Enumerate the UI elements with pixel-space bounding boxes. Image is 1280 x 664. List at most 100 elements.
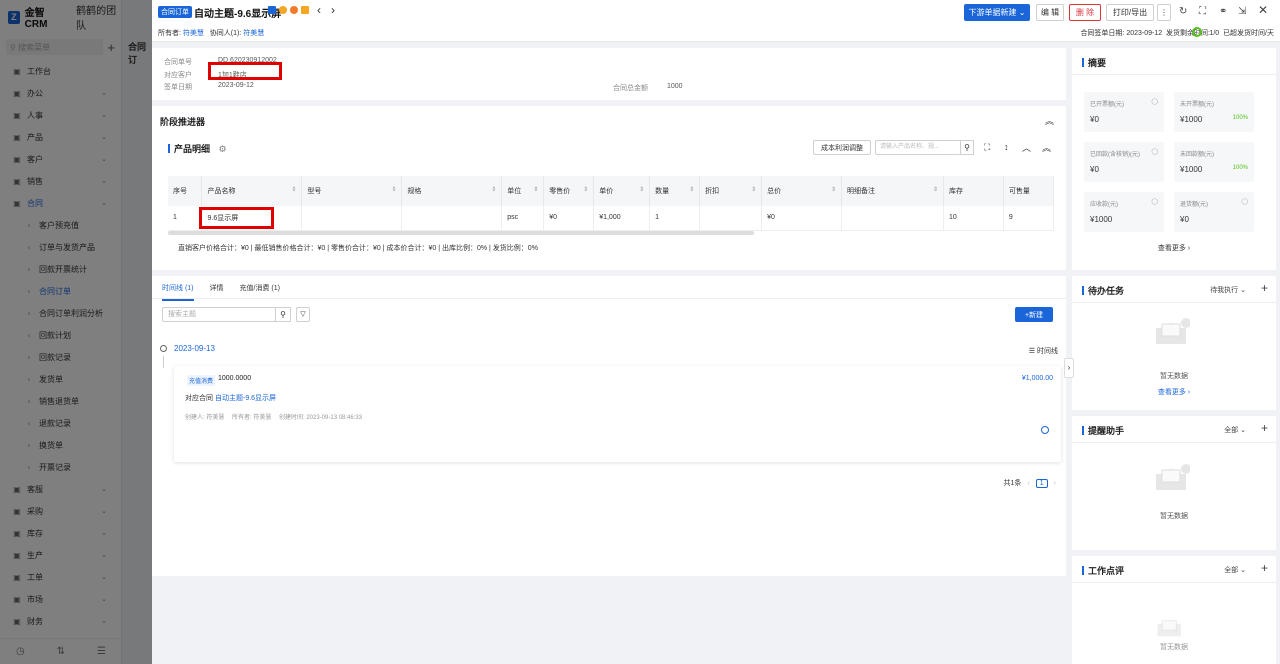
column-header[interactable]: 规格 ⇕ <box>401 176 503 206</box>
table-cell: ¥0 <box>543 206 595 231</box>
summary-cell: 应收款(元) ¥1000 ◯ <box>1084 192 1164 232</box>
page-number[interactable]: 1 <box>1035 478 1048 488</box>
expand-icon[interactable]: ⛶ <box>984 142 990 153</box>
vertical-resize-icon[interactable]: ↕ <box>1004 142 1009 152</box>
column-header[interactable]: 型号 ⇕ <box>301 176 403 206</box>
column-header[interactable]: 明细备注 ⇕ <box>841 176 944 206</box>
table-cell <box>301 206 403 231</box>
timeline-entry-card[interactable]: 充值消费 1000.0000 ¥1,000.00 对应合同 自动主题-9.6显示… <box>174 366 1061 462</box>
collab-link[interactable]: 符美慧 <box>243 30 264 37</box>
add-reminder-icon[interactable]: + <box>1261 421 1268 435</box>
prev-icon[interactable]: ‹ <box>317 3 321 17</box>
delete-button[interactable]: 删 除 <box>1069 4 1101 21</box>
cost-adjust-button[interactable]: 成本利润调整 <box>813 140 871 155</box>
sort-icon[interactable]: ⇕ <box>933 186 938 193</box>
sort-icon[interactable]: ⇕ <box>491 186 496 193</box>
help-icon[interactable]: ◯ <box>1151 148 1158 155</box>
pin-icon[interactable]: ⇲ <box>1238 6 1246 17</box>
column-header[interactable]: 库存 <box>943 176 1004 206</box>
table-cell: 10 <box>943 206 1004 231</box>
search-icon[interactable]: ⚲ <box>275 307 291 322</box>
column-header[interactable]: 单价 ⇕ <box>593 176 651 206</box>
column-header[interactable]: 产品名称 ⇕ <box>201 176 303 206</box>
gear-icon[interactable]: ⚙ <box>219 144 227 154</box>
column-header[interactable]: 可售量 <box>1003 176 1055 206</box>
add-review-icon[interactable]: + <box>1261 561 1268 575</box>
column-header[interactable]: 总价 ⇕ <box>761 176 843 206</box>
new-downstream-button[interactable]: 下游单据新建 ⌄ <box>964 4 1030 21</box>
search-icon[interactable]: ⚲ <box>960 140 974 155</box>
sidebar-toggle-icon[interactable]: › <box>1064 358 1074 378</box>
table-cell: 1 <box>168 206 203 231</box>
new-button[interactable]: +新建 <box>1015 307 1053 322</box>
column-header[interactable]: 零售价 ⇕ <box>543 176 595 206</box>
edit-button[interactable]: 编 辑 <box>1036 4 1064 21</box>
column-header[interactable]: 折扣 ⇕ <box>699 176 763 206</box>
add-task-icon[interactable]: + <box>1261 281 1268 295</box>
summary-cell: 未回款额(元) ¥1000 100% <box>1174 142 1254 182</box>
product-search-input[interactable]: 请输入产品名称、规... <box>875 140 961 155</box>
doc-icon[interactable] <box>268 6 276 14</box>
highlight-box-product <box>199 207 274 229</box>
refresh-icon[interactable]: ↻ <box>1179 6 1187 17</box>
tasks-filter[interactable]: 待我执行 ⌄ <box>1210 285 1246 295</box>
more-icon[interactable]: ⋮ <box>1157 4 1171 21</box>
sign-date: 合同签单日期: 2023-09-12 发货剩余时间: <box>1080 30 1210 37</box>
table-cell <box>699 206 763 231</box>
owner-link[interactable]: 符美慧 <box>183 30 204 37</box>
sort-icon[interactable]: ⇕ <box>291 186 296 193</box>
pagination: 共1条 ‹ 1 › <box>1003 478 1056 488</box>
stage-title: 阶段推进器 <box>160 117 206 127</box>
column-header[interactable]: 单位 ⇕ <box>501 176 545 206</box>
table-cell: psc <box>501 206 545 231</box>
summary-see-more[interactable]: 查看更多 › <box>1072 243 1276 253</box>
stage-product-panel: 阶段推进器 ︽ 产品明细 ⚙ 成本利润调整 请输入产品名称、规... ⚲ ⛶ ↕… <box>152 106 1066 270</box>
column-header[interactable]: 数量 ⇕ <box>649 176 701 206</box>
help-icon[interactable]: ◯ <box>1151 98 1158 105</box>
review-filter[interactable]: 全部 ⌄ <box>1224 565 1246 575</box>
sign-date-field: 签单日期 2023-09-12 <box>164 82 254 91</box>
bookmark-icon[interactable] <box>301 6 309 14</box>
product-totals: 直销客户价格合计：¥0 | 最低销售价格合计：¥0 | 零售价合计：¥0 | 成… <box>178 245 538 252</box>
filter-icon[interactable]: ▽ <box>296 307 310 322</box>
customer-field: 对应客户 1加1鞋店 <box>164 72 247 79</box>
close-icon[interactable]: ✕ <box>1258 3 1268 17</box>
print-export-button[interactable]: 打印/导出 <box>1106 4 1154 21</box>
clock-icon[interactable] <box>290 6 298 14</box>
sort-icon[interactable]: ⇕ <box>831 186 836 193</box>
product-section-title: 产品明细 ⚙ <box>168 142 227 155</box>
entry-contract-link[interactable]: 自动主题-9.6显示屏 <box>215 393 276 403</box>
entry-amount-right: ¥1,000.00 <box>1021 375 1053 382</box>
next-page-icon[interactable]: › <box>1054 480 1056 487</box>
column-header[interactable]: 序号 <box>168 176 203 206</box>
sort-icon[interactable]: ⇕ <box>689 186 694 193</box>
reminder-filter[interactable]: 全部 ⌄ <box>1224 425 1246 435</box>
entry-contract-label: 对应合同 <box>185 395 213 402</box>
timeline-view-toggle[interactable]: ☰ 时间线 <box>1029 346 1058 356</box>
tasks-title: 待办任务 <box>1082 284 1124 297</box>
double-chevron-up-icon[interactable]: ︽ <box>1042 141 1051 154</box>
sort-icon[interactable]: ⇕ <box>583 186 588 193</box>
timeline-search-input[interactable]: 搜索主题 <box>162 307 276 322</box>
sort-icon[interactable]: ⇕ <box>533 186 538 193</box>
basic-info-panel: 合同单号 DD.620230912002 对应客户 1加1鞋店 签单日期 2023-0… <box>152 48 1066 100</box>
table-scrollbar[interactable] <box>168 231 754 235</box>
help-icon[interactable]: ◯ <box>1151 198 1158 205</box>
entry-meta: 创建人: 符美慧 所有者: 符美慧 创建时间: 2023-09-13 08:46… <box>185 415 363 421</box>
star-icon[interactable] <box>279 6 287 14</box>
table-cell: 9 <box>1003 206 1055 231</box>
sort-icon[interactable]: ⇕ <box>391 186 396 193</box>
chevron-up-icon[interactable]: ︿ <box>1022 141 1031 154</box>
prev-page-icon[interactable]: ‹ <box>1027 480 1029 487</box>
link-icon[interactable]: ⚭ <box>1219 6 1227 17</box>
fullscreen-icon[interactable]: ⛶ <box>1199 6 1206 17</box>
sort-icon[interactable]: ⇕ <box>639 186 644 193</box>
tasks-see-more[interactable]: 查看更多 › <box>1072 387 1276 397</box>
help-icon[interactable]: ◯ <box>1241 198 1248 205</box>
sort-icon[interactable]: ⇕ <box>751 186 756 193</box>
next-icon[interactable]: › <box>331 3 335 17</box>
collapse-up-icon[interactable]: ︽ <box>1045 114 1054 127</box>
comment-icon[interactable] <box>1041 426 1049 434</box>
title-icons <box>268 6 309 14</box>
timeline-dot-icon <box>160 345 167 352</box>
